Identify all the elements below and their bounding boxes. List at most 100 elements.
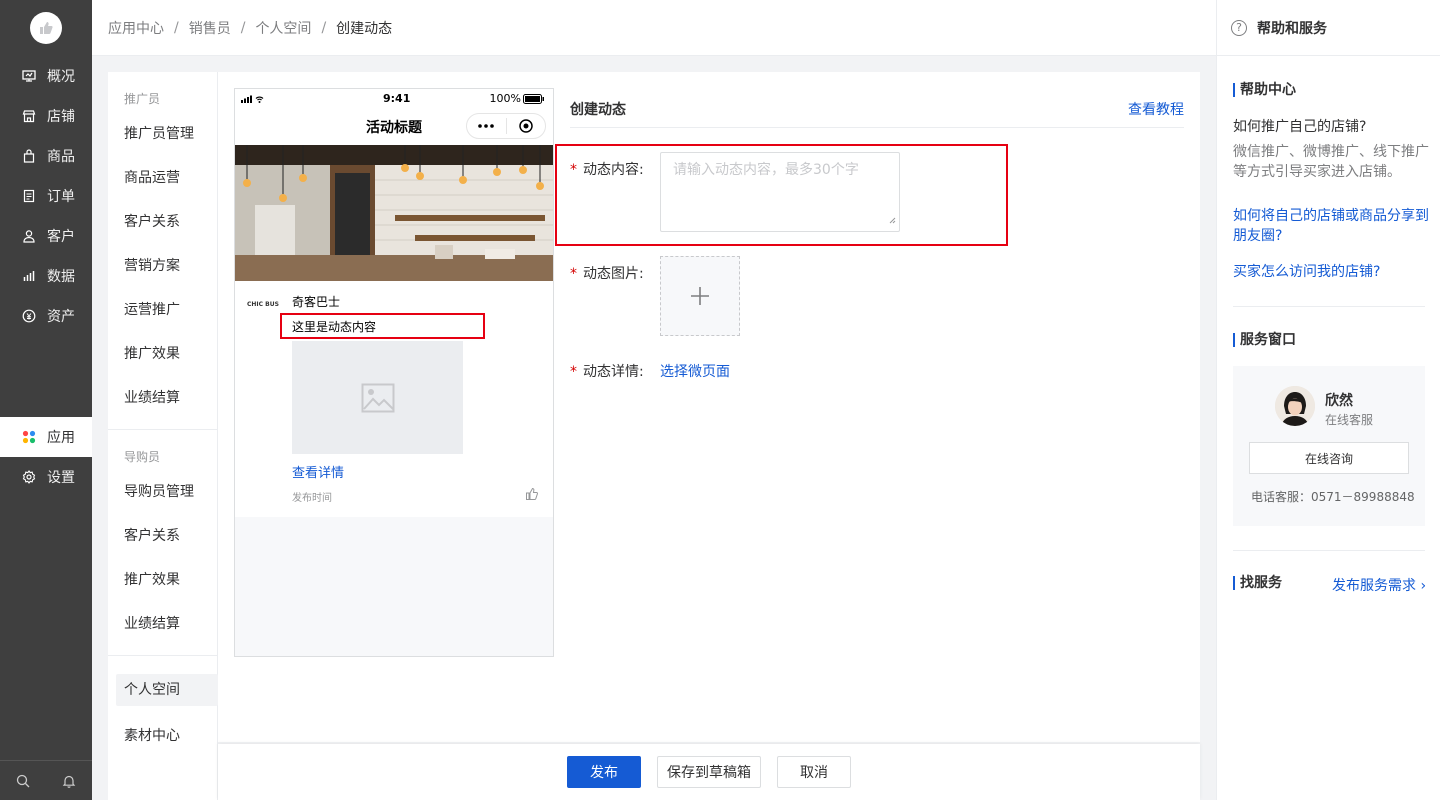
action-bar: 发布 保存到草稿箱 取消	[218, 744, 1200, 800]
image-placeholder	[292, 341, 463, 454]
bell-icon[interactable]	[46, 761, 92, 800]
breadcrumb-item-current: 创建动态	[336, 20, 393, 37]
help-question: 如何推广自己的店铺?	[1233, 119, 1367, 135]
cafe-banner-image	[235, 145, 553, 281]
nav-item-label: 店铺	[47, 109, 75, 125]
agent-name: 欣然	[1325, 393, 1353, 409]
phone-status-bar: 9:41 100%	[235, 89, 553, 109]
nav-item-label: 订单	[47, 189, 75, 205]
subnav-item-promotion-effect[interactable]: 推广效果	[124, 343, 180, 363]
help-link-visit-store[interactable]: 买家怎么访问我的店铺?	[1233, 262, 1429, 282]
form-divider	[570, 127, 1184, 128]
breadcrumb-item-app-center[interactable]: 应用中心	[108, 18, 164, 38]
image-upload-button[interactable]	[660, 256, 740, 336]
image-label-text: 动态图片:	[583, 266, 644, 282]
like-icon[interactable]	[525, 487, 539, 505]
subnav-item-promoter-manage[interactable]: 推广员管理	[124, 123, 194, 143]
plus-icon	[691, 287, 709, 305]
nav-item-label: 数据	[47, 269, 75, 285]
apps-icon	[22, 430, 36, 444]
subnav-item-marketing-plan[interactable]: 营销方案	[124, 255, 180, 275]
service-card: 欣然 在线客服 在线咨询 电话客服：0571－89988848	[1233, 366, 1425, 526]
content-textarea[interactable]: 请输入动态内容，最多30个字	[660, 152, 900, 232]
form-title: 创建动态	[570, 102, 626, 118]
required-mark: *	[570, 162, 577, 178]
phone-time: 9:41	[383, 92, 411, 105]
main-nav: 概况 店铺 商品 订单 客户 数据 资产 应用 设置	[0, 0, 92, 800]
nav-item-label: 资产	[47, 309, 75, 325]
resize-handle-icon[interactable]	[889, 212, 896, 228]
asset-icon	[22, 309, 36, 323]
battery-text: 100%	[489, 92, 521, 105]
nav-item-data[interactable]: 数据	[0, 256, 92, 296]
thumbs-up-icon	[40, 22, 53, 34]
image-label: * 动态图片:	[570, 263, 644, 283]
view-tutorial-link[interactable]: 查看教程	[1128, 99, 1184, 119]
store-icon	[22, 109, 36, 123]
breadcrumb-item-salesman[interactable]: 销售员	[189, 18, 231, 38]
breadcrumb: 应用中心 / 销售员 / 个人空间 / 创建动态	[92, 0, 1216, 56]
phone-title-bar: 活动标题	[235, 109, 553, 145]
publish-time: 发布时间	[292, 493, 332, 504]
close-target-icon[interactable]	[507, 119, 546, 133]
battery-indicator: 100%	[490, 92, 545, 105]
subnav-item-guide-manage[interactable]: 导购员管理	[124, 481, 194, 501]
save-draft-button[interactable]: 保存到草稿箱	[657, 756, 761, 788]
help-panel: ? 帮助和服务 帮助中心 如何推广自己的店铺? 微信推广、微博推广、线下推广等方…	[1216, 0, 1440, 800]
order-icon	[22, 189, 36, 203]
subnav-item-guide-settlement[interactable]: 业绩结算	[124, 613, 180, 633]
service-window-title: 服务窗口	[1233, 333, 1296, 347]
agent-role: 在线客服	[1325, 413, 1374, 427]
content-placeholder: 请输入动态内容，最多30个字	[673, 162, 859, 178]
nav-item-order[interactable]: 订单	[0, 176, 92, 216]
choose-micropage-link[interactable]: 选择微页面	[660, 361, 730, 381]
detail-label: * 动态详情:	[570, 361, 644, 381]
breadcrumb-item-personal-space[interactable]: 个人空间	[255, 18, 311, 38]
help-panel-header: ? 帮助和服务	[1217, 0, 1440, 56]
nav-item-apps[interactable]: 应用	[0, 417, 92, 457]
subnav-item-guide-promotion-effect[interactable]: 推广效果	[124, 569, 180, 589]
search-icon[interactable]	[0, 761, 46, 800]
subnav-item-operation-promotion[interactable]: 运营推广	[124, 299, 180, 319]
help-link-share-moments[interactable]: 如何将自己的店铺或商品分享到朋友圈?	[1233, 206, 1429, 246]
help-center-title: 帮助中心	[1233, 83, 1296, 97]
subnav-item-settlement[interactable]: 业绩结算	[124, 387, 180, 407]
nav-item-asset[interactable]: 资产	[0, 296, 92, 336]
service-phone: 电话客服：0571－89988848	[1251, 490, 1415, 504]
nav-item-store[interactable]: 店铺	[0, 96, 92, 136]
image-icon	[361, 383, 394, 412]
find-service-title: 找服务	[1233, 576, 1282, 590]
subnav-item-material-center[interactable]: 素材中心	[124, 725, 180, 745]
nav-item-overview[interactable]: 概况	[0, 56, 92, 96]
content-preview-highlight	[280, 313, 485, 339]
content-label-text: 动态内容:	[583, 162, 644, 178]
nav-item-settings[interactable]: 设置	[0, 457, 92, 497]
nav-item-customer[interactable]: 客户	[0, 216, 92, 256]
customer-icon	[22, 229, 36, 243]
nav-item-label: 应用	[47, 430, 75, 446]
view-detail-link[interactable]: 查看详情	[292, 462, 344, 481]
online-consult-button[interactable]: 在线咨询	[1249, 442, 1409, 474]
subnav-group-guide: 导购员	[124, 450, 161, 464]
nav-item-label: 商品	[47, 149, 75, 165]
publish-button[interactable]: 发布	[567, 756, 641, 788]
phone-preview: 9:41 100% 活动标题 CHIC BUS 奇客巴士 这里是动态内容 查看详…	[234, 88, 554, 657]
subnav-item-customer-relation[interactable]: 客户关系	[124, 211, 180, 231]
subnav-item-goods-operation[interactable]: 商品运营	[124, 167, 180, 187]
subnav-item-guide-customer-relation[interactable]: 客户关系	[124, 525, 180, 545]
nav-bottom-bar	[0, 760, 92, 800]
help-answer: 微信推广、微博推广、线下推广等方式引导买家进入店铺。	[1233, 144, 1429, 180]
help-divider	[1233, 550, 1425, 551]
goods-icon	[22, 149, 36, 163]
miniprogram-capsule[interactable]	[466, 113, 546, 139]
subnav-divider	[108, 429, 218, 430]
cancel-button[interactable]: 取消	[777, 756, 851, 788]
nav-item-goods[interactable]: 商品	[0, 136, 92, 176]
app-logo[interactable]	[30, 12, 62, 44]
breadcrumb-separator: /	[321, 19, 327, 36]
publish-demand-link[interactable]: 发布服务需求 ›	[1332, 575, 1426, 595]
subnav-item-personal-space[interactable]: 个人空间	[116, 674, 218, 706]
nav-item-label: 设置	[47, 470, 75, 486]
more-dots-icon[interactable]	[467, 124, 506, 128]
breadcrumb-separator: /	[174, 19, 179, 36]
